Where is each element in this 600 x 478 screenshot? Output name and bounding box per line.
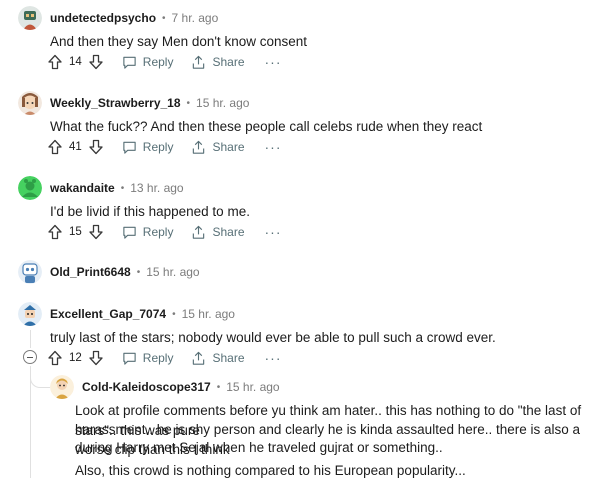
comment-timestamp[interactable]: 15 hr. ago bbox=[182, 307, 235, 321]
reply-button[interactable]: Reply bbox=[122, 55, 174, 70]
share-icon bbox=[191, 351, 212, 366]
user-avatar[interactable] bbox=[18, 176, 42, 200]
vote-count: 14 bbox=[69, 56, 82, 68]
downvote-icon[interactable] bbox=[88, 350, 104, 366]
comment-actions: 12 Reply Share ··· bbox=[47, 347, 282, 369]
separator-dot: • bbox=[216, 381, 221, 393]
vote-group: 15 bbox=[47, 224, 104, 240]
comment-text-line: Also, this crowd is nothing compared to … bbox=[75, 463, 466, 478]
vote-count: 41 bbox=[69, 141, 82, 153]
separator-dot: • bbox=[136, 266, 141, 278]
separator-dot: • bbox=[162, 12, 166, 24]
comment-username[interactable]: Weekly_Strawberry_18 bbox=[50, 96, 181, 110]
comment-header: Old_Print6648 • 15 hr. ago bbox=[18, 258, 200, 286]
share-button[interactable]: Share bbox=[191, 225, 245, 240]
collapse-thread-icon[interactable] bbox=[23, 350, 37, 364]
downvote-icon[interactable] bbox=[88, 139, 104, 155]
share-button[interactable]: Share bbox=[191, 140, 245, 155]
reply-button[interactable]: Reply bbox=[122, 351, 174, 366]
more-options-icon[interactable]: ··· bbox=[265, 351, 282, 365]
comment-actions: 14 Reply Share ··· bbox=[47, 51, 282, 73]
user-avatar[interactable] bbox=[18, 302, 42, 326]
vote-count: 12 bbox=[69, 352, 82, 364]
reply-button[interactable]: Reply bbox=[122, 225, 174, 240]
vote-count: 15 bbox=[69, 226, 82, 238]
comment-timestamp[interactable]: 13 hr. ago bbox=[130, 181, 183, 195]
more-options-icon[interactable]: ··· bbox=[265, 225, 282, 239]
vote-group: 14 bbox=[47, 54, 104, 70]
more-options-icon[interactable]: ··· bbox=[265, 140, 282, 154]
thread-line bbox=[30, 330, 31, 348]
share-icon bbox=[191, 55, 212, 70]
user-avatar[interactable] bbox=[18, 91, 42, 115]
reply-label: Reply bbox=[142, 225, 174, 239]
comment-header: Weekly_Strawberry_18 • 15 hr. ago bbox=[18, 89, 249, 117]
vote-group: 41 bbox=[47, 139, 104, 155]
share-label: Share bbox=[212, 351, 245, 365]
upvote-icon[interactable] bbox=[47, 139, 63, 155]
separator-dot: • bbox=[172, 308, 176, 320]
comment-header: undetectedpsycho • 7 hr. ago bbox=[18, 4, 218, 32]
comment-username[interactable]: undetectedpsycho bbox=[50, 11, 156, 25]
comment-bubble-icon bbox=[122, 225, 143, 240]
share-button[interactable]: Share bbox=[191, 55, 245, 70]
vote-group: 12 bbox=[47, 350, 104, 366]
comment-username[interactable]: Old_Print6648 bbox=[50, 265, 131, 279]
separator-dot: • bbox=[120, 182, 125, 194]
downvote-icon[interactable] bbox=[88, 54, 104, 70]
thread-connector bbox=[30, 366, 50, 388]
upvote-icon[interactable] bbox=[47, 54, 63, 70]
comment-bubble-icon bbox=[122, 140, 143, 155]
share-button[interactable]: Share bbox=[191, 351, 245, 366]
reply-label: Reply bbox=[142, 55, 174, 69]
reply-label: Reply bbox=[142, 351, 174, 365]
comment-timestamp[interactable]: 7 hr. ago bbox=[172, 11, 219, 25]
reply-button[interactable]: Reply bbox=[122, 140, 174, 155]
user-avatar[interactable] bbox=[50, 375, 74, 399]
comment-header: wakandaite • 13 hr. ago bbox=[18, 174, 184, 202]
comment-timestamp[interactable]: 15 hr. ago bbox=[226, 380, 279, 394]
downvote-icon[interactable] bbox=[88, 224, 104, 240]
separator-dot: • bbox=[186, 97, 191, 109]
upvote-icon[interactable] bbox=[47, 350, 63, 366]
comment-header: Cold-Kaleidoscope317 • 15 hr. ago bbox=[50, 373, 280, 401]
share-icon bbox=[191, 140, 212, 155]
comment-timestamp[interactable]: 15 hr. ago bbox=[196, 96, 249, 110]
comment-actions: 15 Reply Share ··· bbox=[47, 221, 282, 243]
upvote-icon[interactable] bbox=[47, 224, 63, 240]
share-icon bbox=[191, 225, 212, 240]
comment-bubble-icon bbox=[122, 55, 143, 70]
comment-text: I'd be livid if this happened to me. bbox=[50, 204, 250, 219]
user-avatar[interactable] bbox=[18, 6, 42, 30]
comment-timestamp[interactable]: 15 hr. ago bbox=[146, 265, 199, 279]
comment-actions: 41 Reply Share ··· bbox=[47, 136, 282, 158]
comment-text: What the fuck?? And then these people ca… bbox=[50, 119, 483, 134]
share-label: Share bbox=[212, 225, 245, 239]
comment-text: And then they say Men don't know consent bbox=[50, 34, 307, 49]
comment-text-line: during Harry met Sejal when he traveled … bbox=[75, 440, 443, 455]
reply-label: Reply bbox=[142, 140, 174, 154]
comment-username[interactable]: Excellent_Gap_7074 bbox=[50, 307, 166, 321]
comment-bubble-icon bbox=[122, 351, 143, 366]
more-options-icon[interactable]: ··· bbox=[265, 55, 282, 69]
comment-username[interactable]: wakandaite bbox=[50, 181, 115, 195]
share-label: Share bbox=[212, 140, 245, 154]
user-avatar[interactable] bbox=[18, 260, 42, 284]
comment-text: truly last of the stars; nobody would ev… bbox=[50, 330, 496, 345]
share-label: Share bbox=[212, 55, 245, 69]
comment-username[interactable]: Cold-Kaleidoscope317 bbox=[82, 380, 211, 394]
comment-header: Excellent_Gap_7074 • 15 hr. ago bbox=[18, 300, 235, 328]
